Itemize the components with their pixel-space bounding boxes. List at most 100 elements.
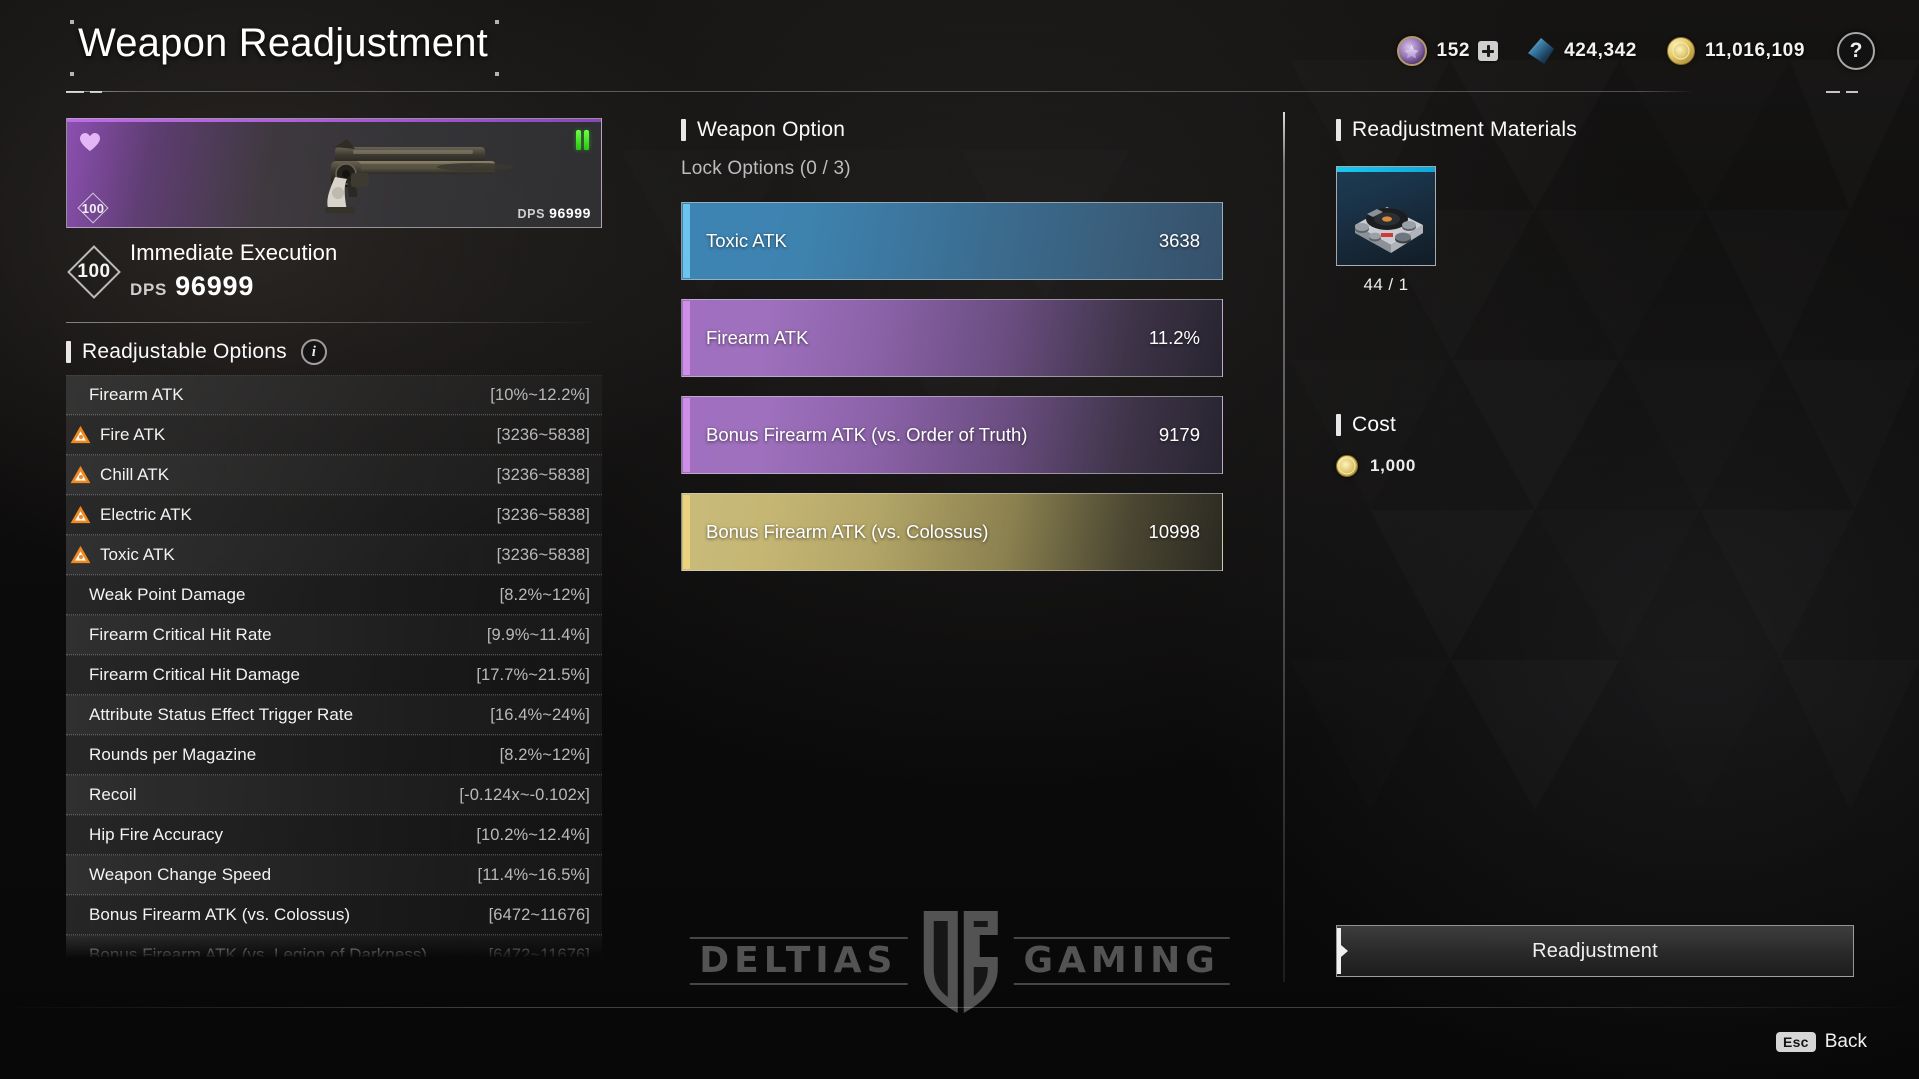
option-row-left: Bonus Firearm ATK (vs. Legion of Darknes… — [80, 945, 427, 957]
attribute-warning-icon — [70, 465, 91, 485]
section-accent-bar — [681, 119, 686, 141]
option-row[interactable]: Rounds per Magazine [8.2%~12%] — [66, 735, 602, 775]
option-row[interactable]: Bonus Firearm ATK (vs. Legion of Darknes… — [66, 935, 602, 957]
rarity-bar — [67, 119, 601, 122]
selection-caret-icon — [1337, 928, 1341, 974]
gold-icon — [1336, 455, 1358, 477]
option-card-value: 3638 — [1158, 230, 1200, 251]
option-row[interactable]: Firearm Critical Hit Damage [17.7%~21.5%] — [66, 655, 602, 695]
option-row[interactable]: Weak Point Damage [8.2%~12%] — [66, 575, 602, 615]
option-range: [3236~5838] — [496, 465, 590, 484]
option-name: Firearm Critical Hit Damage — [89, 665, 301, 684]
attribute-warning-icon — [70, 505, 91, 525]
option-name: Rounds per Magazine — [89, 745, 257, 764]
currency-gem[interactable]: 424,342 — [1528, 38, 1637, 64]
option-card-value: 9179 — [1158, 424, 1200, 445]
section-accent-bar — [66, 341, 71, 363]
add-caliber-button[interactable] — [1478, 41, 1499, 61]
left-divider — [66, 322, 602, 323]
option-range: [10.2%~12.4%] — [476, 825, 590, 844]
heart-icon — [80, 133, 100, 151]
option-range: [9.9%~11.4%] — [486, 625, 590, 644]
option-row[interactable]: Bonus Firearm ATK (vs. Colossus) [6472~11… — [66, 895, 602, 935]
option-row[interactable]: Electric ATK [3236~5838] — [66, 495, 602, 535]
materials-title: Readjustment Materials — [1352, 118, 1577, 141]
option-name: Electric ATK — [100, 505, 192, 524]
weapon-option-header: Weapon Option — [681, 118, 1223, 142]
option-row-left: Fire ATK — [70, 425, 165, 445]
option-row[interactable]: Hip Fire Accuracy [10.2%~12.4%] — [66, 815, 602, 855]
option-row-left: Weapon Change Speed — [80, 865, 271, 885]
title-corner-tick-bl — [70, 72, 74, 76]
page-title: Weapon Readjustment — [78, 21, 488, 65]
option-range: [3236~5838] — [496, 545, 590, 564]
attribute-warning-icon — [70, 425, 91, 445]
option-card-accent — [683, 495, 690, 569]
header-divider-dash-left-a — [66, 91, 84, 93]
readjustable-options-list[interactable]: Firearm ATK [10%~12.2%] Fire ATK [3236~5838… — [66, 375, 602, 957]
option-card-name: Bonus Firearm ATK (vs. Colossus) — [706, 520, 989, 542]
currency-gold[interactable]: 11,016,109 — [1666, 37, 1805, 65]
option-range: [10%~12.2%] — [490, 385, 590, 404]
gold-value: 11,016,109 — [1704, 40, 1805, 61]
option-row[interactable]: Fire ATK [3236~5838] — [66, 415, 602, 455]
right-panel: Readjustment Materials 44 / 1 Cost 1,000 — [1336, 118, 1856, 477]
option-row-left: Firearm Critical Hit Rate — [80, 625, 272, 645]
footer-divider — [0, 1007, 1919, 1008]
weapon-option-card[interactable]: Toxic ATK 3638 — [681, 202, 1223, 280]
material-slot[interactable] — [1336, 166, 1436, 266]
currency-caliber[interactable]: 152 — [1396, 36, 1499, 66]
option-name: Firearm Critical Hit Rate — [89, 625, 272, 644]
option-row[interactable]: Weapon Change Speed [11.4%~16.5%] — [66, 855, 602, 895]
watermark-right-word: GAMING — [1013, 937, 1230, 985]
title-corner-tick-tr — [495, 20, 499, 24]
readjustment-button[interactable]: Readjustment — [1336, 925, 1854, 977]
option-row[interactable]: Toxic ATK [3236~5838] — [66, 535, 602, 575]
watermark: DELTIAS GAMING — [689, 905, 1230, 1017]
option-name: Attribute Status Effect Trigger Rate — [89, 705, 354, 724]
weapon-summary: 100 Immediate Execution DPS 96999 — [66, 240, 602, 304]
weapon-name: Immediate Execution — [130, 240, 338, 265]
lock-options-counter: Lock Options (0 / 3) — [681, 158, 851, 179]
option-row[interactable]: Firearm ATK [10%~12.2%] — [66, 375, 602, 415]
weapon-option-card[interactable]: Bonus Firearm ATK (vs. Colossus) 10998 — [681, 493, 1223, 571]
option-row[interactable]: Attribute Status Effect Trigger Rate [16.… — [66, 695, 602, 735]
header-divider-dash-right-a — [1826, 91, 1840, 93]
option-row-left: Bonus Firearm ATK (vs. Colossus) — [80, 905, 350, 925]
option-card-name: Toxic ATK — [706, 229, 787, 251]
weapon-preview-card[interactable]: 100 DPS 96999 — [66, 118, 602, 228]
readjustable-options-header: Readjustable Options i — [66, 339, 602, 365]
cost-title: Cost — [1352, 413, 1396, 436]
weapon-card-level: 100 — [75, 192, 111, 224]
module-material-icon — [1355, 207, 1423, 253]
info-icon[interactable]: i — [300, 339, 327, 365]
attribute-warning-icon — [70, 545, 91, 565]
weapon-option-card[interactable]: Bonus Firearm ATK (vs. Order of Truth) 91… — [681, 396, 1223, 474]
weapon-option-card[interactable]: Firearm ATK 11.2% — [681, 299, 1223, 377]
option-name: Bonus Firearm ATK (vs. Legion of Darknes… — [89, 945, 428, 957]
weapon-card-dps: DPS 96999 — [518, 205, 591, 221]
weapon-card-dps-value: 96999 — [549, 205, 591, 221]
center-panel: Weapon Option Lock Options (0 / 3) Toxic… — [681, 118, 1223, 571]
weapon-level-value: 100 — [77, 261, 111, 282]
option-row[interactable]: Chill ATK [3236~5838] — [66, 455, 602, 495]
option-range: [11.4%~16.5%] — [477, 865, 590, 884]
section-accent-bar — [1336, 119, 1341, 141]
back-control[interactable]: Esc Back — [1775, 1031, 1867, 1053]
materials-header: Readjustment Materials — [1336, 118, 1856, 142]
option-row-left: Toxic ATK — [70, 545, 175, 565]
gem-value: 424,342 — [1564, 40, 1637, 61]
help-button[interactable]: ? — [1837, 32, 1875, 70]
section-accent-bar — [1336, 414, 1341, 436]
option-range: [8.2%~12%] — [499, 745, 590, 764]
option-row[interactable]: Recoil [-0.124x~-0.102x] — [66, 775, 602, 815]
option-row-left: Rounds per Magazine — [80, 745, 256, 765]
option-row[interactable]: Firearm Critical Hit Rate [9.9%~11.4%] — [66, 615, 602, 655]
readjustment-button-label: Readjustment — [1532, 939, 1658, 962]
watermark-left-word: DELTIAS — [689, 937, 908, 985]
cost-row: 1,000 — [1336, 455, 1856, 477]
ammo-icon — [576, 130, 589, 150]
option-name: Bonus Firearm ATK (vs. Colossus) — [89, 905, 351, 924]
option-range: [-0.124x~-0.102x] — [459, 785, 590, 804]
option-row-left: Recoil — [80, 785, 137, 805]
